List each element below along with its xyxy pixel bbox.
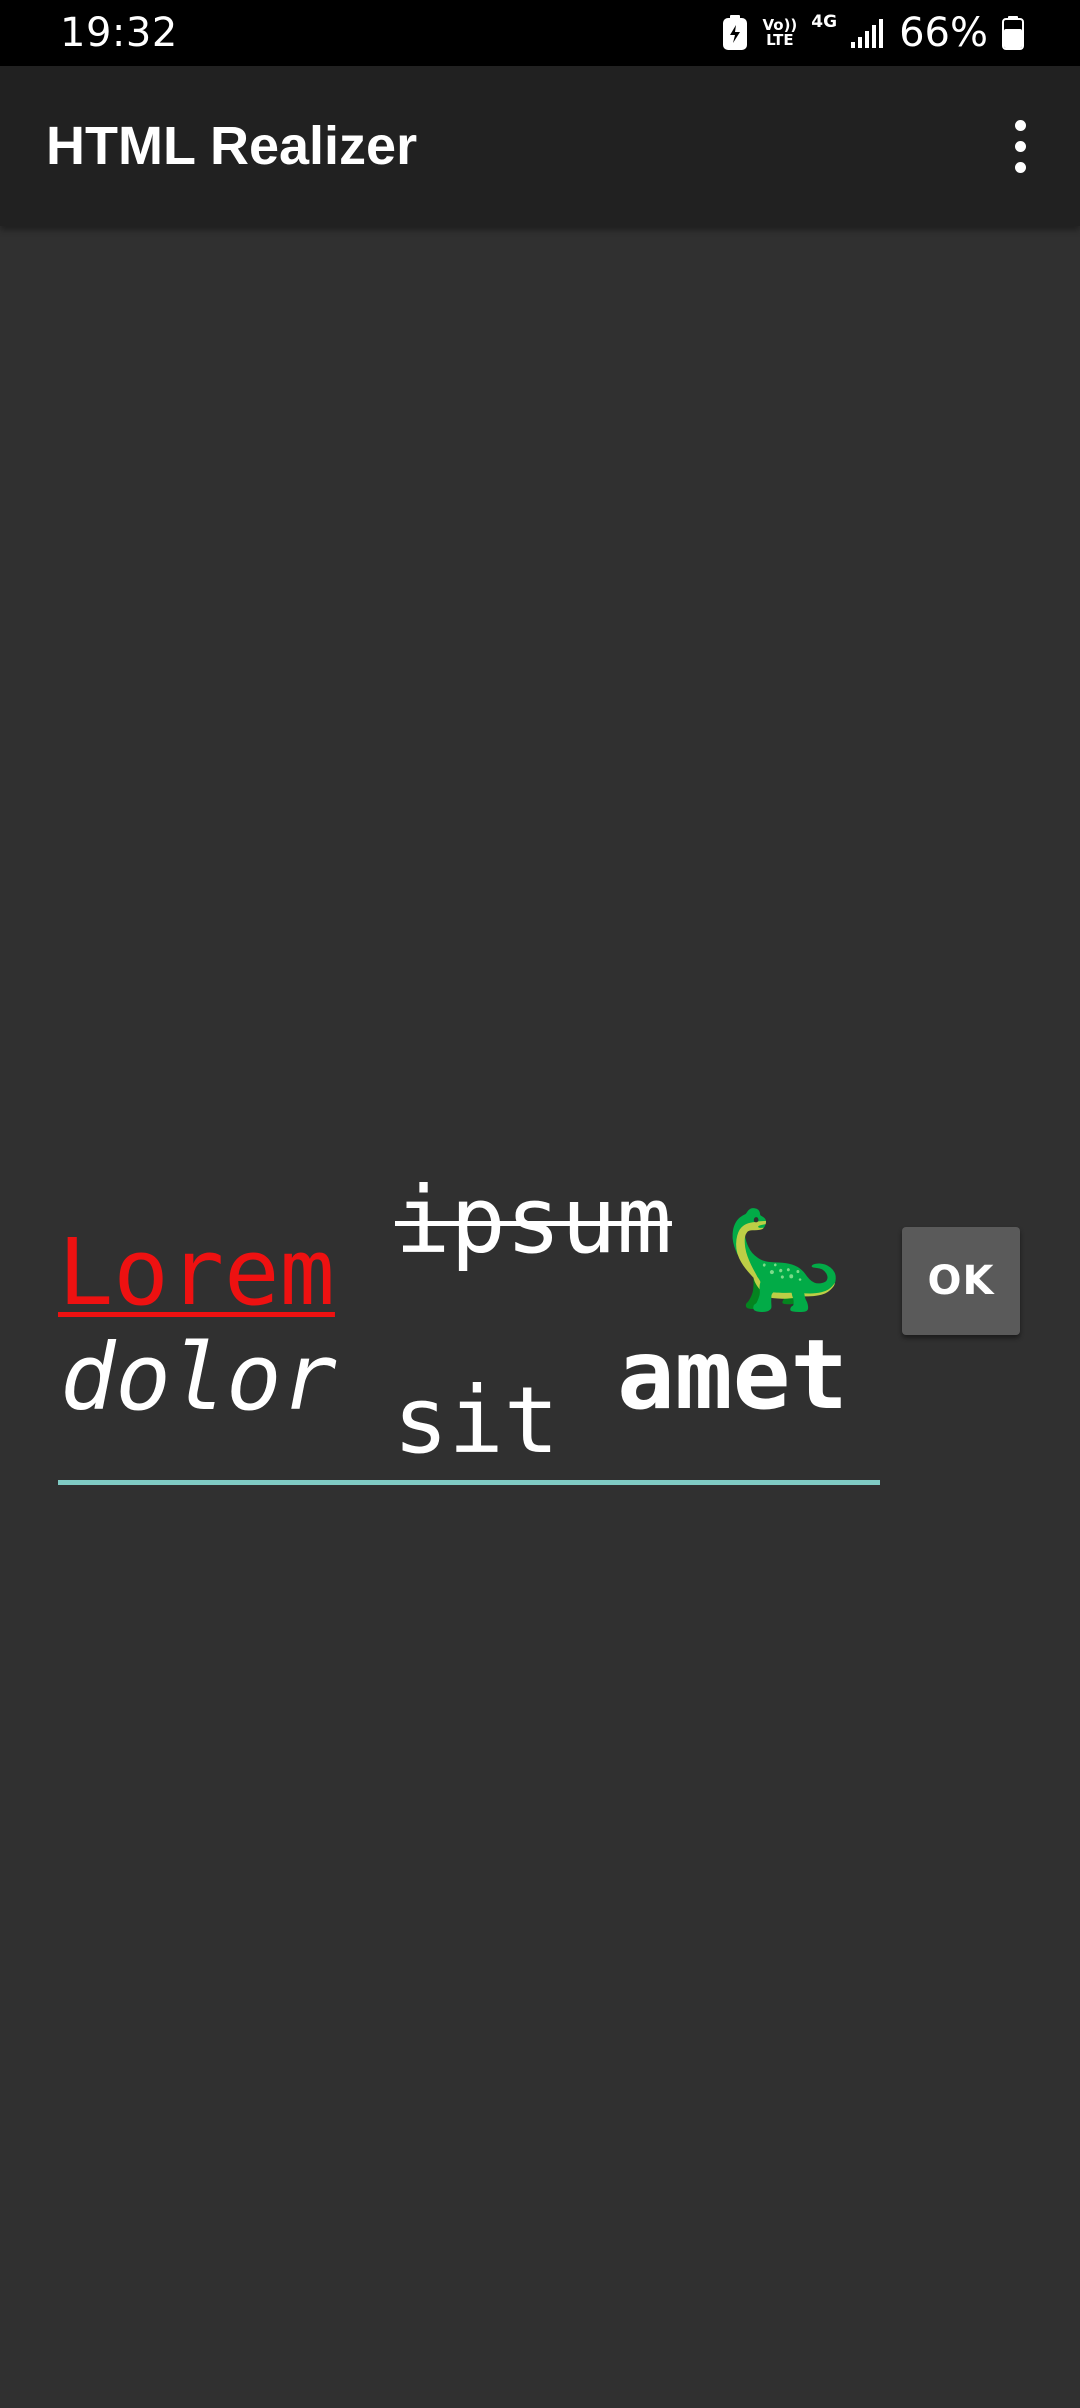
volte-icon: Vo)) LTE xyxy=(762,18,797,48)
ok-button[interactable]: OK xyxy=(902,1227,1020,1335)
battery-icon xyxy=(1002,16,1024,50)
menu-dot xyxy=(1014,119,1026,131)
volte-bottom-label: LTE xyxy=(766,31,794,49)
word-sit: sit xyxy=(393,1367,560,1474)
word-dolor: dolor xyxy=(60,1324,337,1431)
network-type-label: 4G xyxy=(811,12,838,32)
menu-dot xyxy=(1014,140,1026,152)
word-ipsum: ipsum xyxy=(395,1167,672,1274)
app-title: HTML Realizer xyxy=(46,116,418,176)
word-lorem: Lorem xyxy=(58,1219,335,1326)
battery-saver-icon xyxy=(722,15,748,51)
word-amet: amet xyxy=(617,1319,849,1431)
screen: 19:32 Vo)) LTE 4G 66% HTML Realizer Lore… xyxy=(0,0,1080,2408)
battery-percent: 66% xyxy=(899,10,988,56)
menu-dot xyxy=(1014,161,1026,173)
app-bar: HTML Realizer xyxy=(0,66,1080,226)
status-icons: Vo)) LTE 4G 66% xyxy=(722,8,1024,58)
dinosaur-emoji: 🦕 xyxy=(724,1204,844,1316)
status-time: 19:32 xyxy=(60,10,178,56)
more-vert-icon[interactable] xyxy=(980,104,1060,188)
signal-icon xyxy=(851,18,885,48)
status-bar: 19:32 Vo)) LTE 4G 66% xyxy=(0,0,1080,66)
input-underline xyxy=(58,1480,880,1485)
